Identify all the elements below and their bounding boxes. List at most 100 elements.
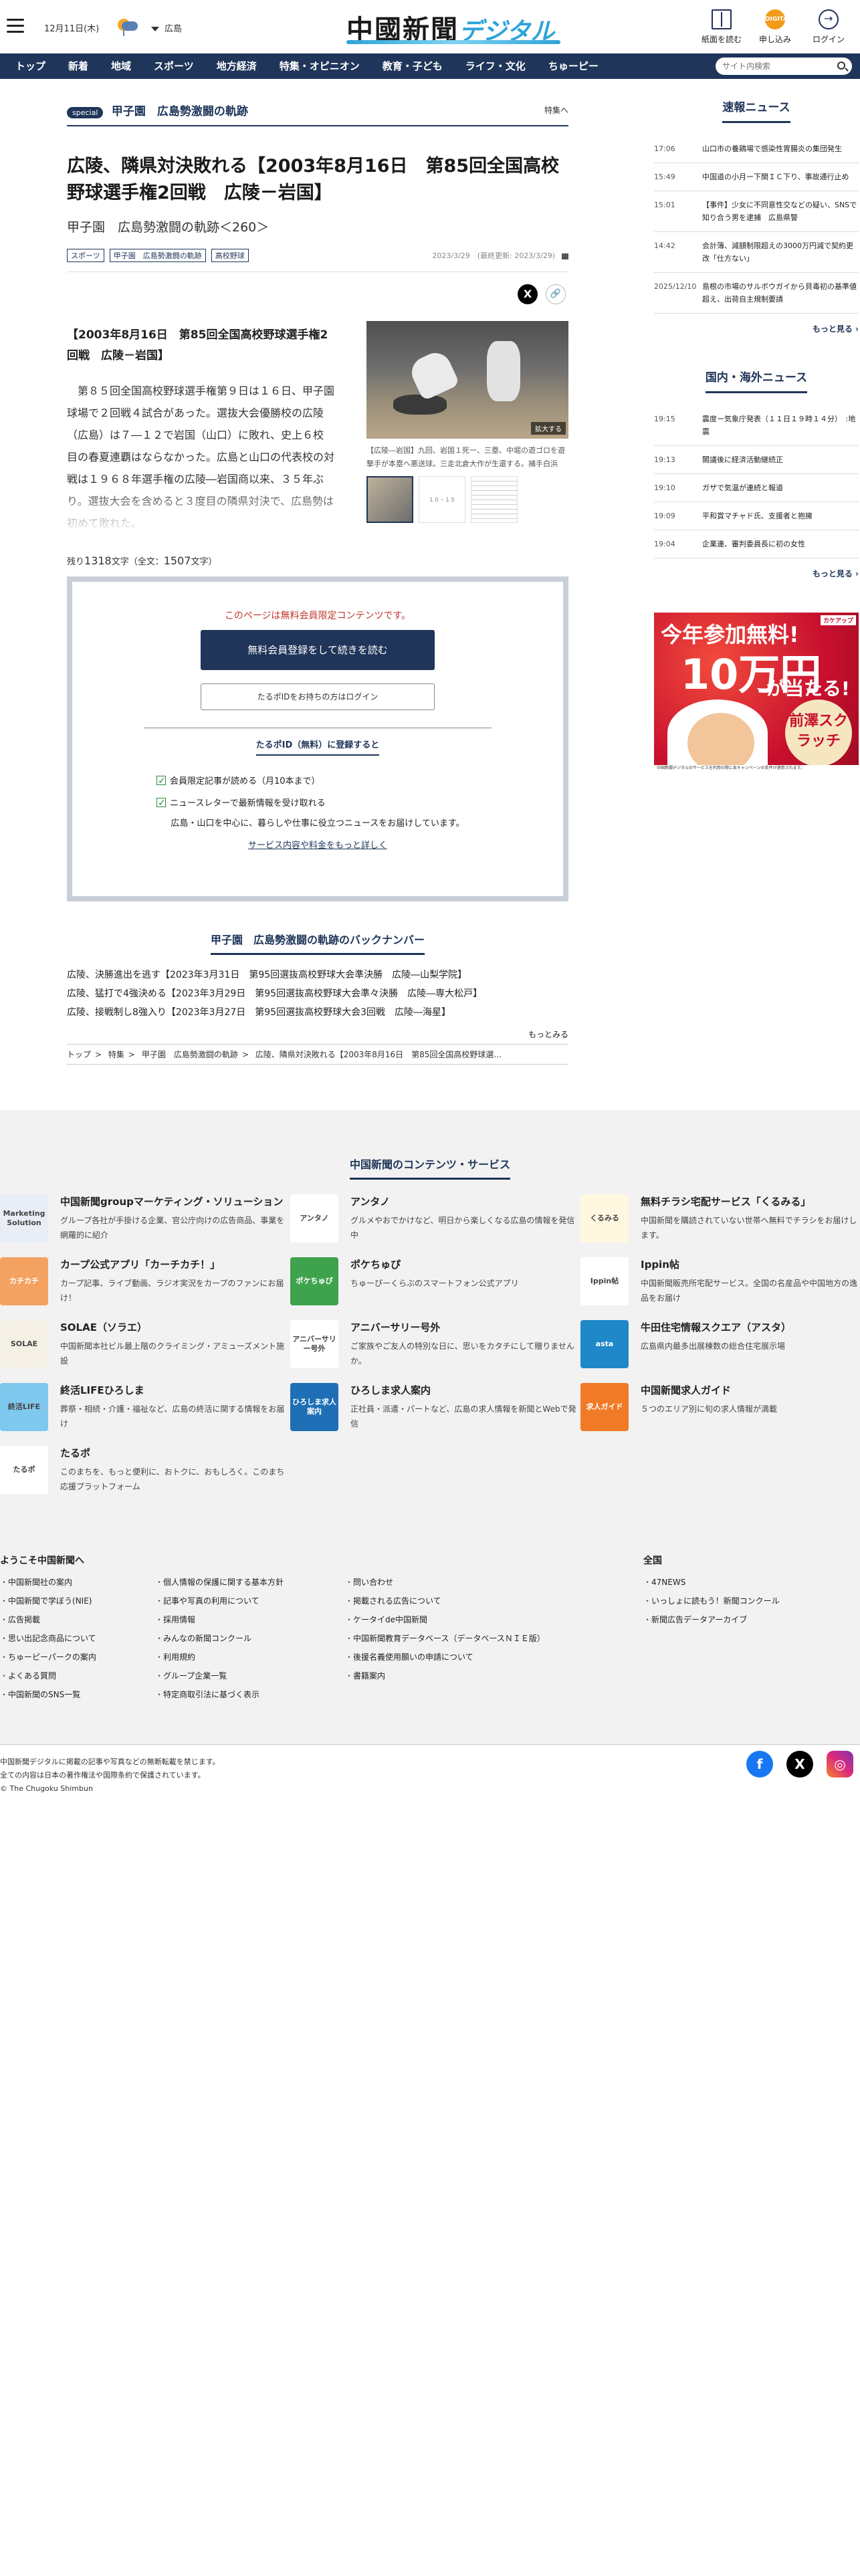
nav-item[interactable]: 新着	[57, 53, 100, 79]
world-more-link[interactable]: もっと見る ›	[654, 568, 859, 579]
paywall-login-button[interactable]: たるポIDをお持ちの方はログイン	[201, 683, 435, 710]
footer-link[interactable]: よくある質問	[0, 1667, 155, 1685]
nav-item[interactable]: 地域	[100, 53, 142, 79]
breadcrumb-item[interactable]: トップ	[67, 1050, 91, 1059]
region-selector[interactable]: 広島	[151, 21, 182, 34]
news-item[interactable]: 19:15 震度ー気象庁発表（１１日１９時１４分） :地震	[654, 405, 859, 446]
breadcrumb-item[interactable]: 特集	[108, 1050, 124, 1059]
footer-link[interactable]: 書籍案内	[345, 1667, 643, 1685]
service-logo-icon: asta	[580, 1320, 629, 1368]
nav-item[interactable]: ライフ・文化	[454, 53, 537, 79]
service-desc: 中国新聞本社ビル最上階のクライミング・アミューズメント施設	[60, 1341, 285, 1366]
footer-link[interactable]: ケータイde中国新聞	[345, 1610, 643, 1629]
nav-item[interactable]: トップ	[4, 53, 57, 79]
footer-link[interactable]: 記事や写真の利用について	[155, 1592, 345, 1610]
search-icon[interactable]	[837, 62, 845, 70]
news-item[interactable]: 19:13 閣議後に経済活動継続正	[654, 446, 859, 474]
menu-icon[interactable]	[7, 19, 24, 37]
register-button[interactable]: 無料会員登録をして続きを読む	[201, 630, 435, 670]
footer-link[interactable]: いっしょに読もう！新聞コンクール	[643, 1592, 844, 1610]
login-button[interactable]: ログイン	[805, 9, 852, 45]
breadcrumb-item[interactable]: 甲子園 広島勢激闘の軌跡	[142, 1050, 238, 1059]
share-x-icon[interactable]: X	[518, 284, 538, 304]
footer-link[interactable]: 個人情報の保護に関する基本方針	[155, 1573, 345, 1592]
news-item[interactable]: 17:06 山口市の養鶏場で感染性胃腸炎の集団発生	[654, 135, 859, 163]
x-icon[interactable]: X	[786, 1751, 813, 1778]
footer-link[interactable]: ちゅーピーパークの案内	[0, 1648, 155, 1667]
service-details-link[interactable]: サービス内容や料金をもっと詳しく	[248, 838, 387, 851]
footer-link[interactable]: 利用規約	[155, 1648, 345, 1667]
social-links: f X ◎	[733, 1751, 853, 1778]
photo-thumbnail[interactable]	[471, 476, 518, 523]
news-item[interactable]: 19:09 平和賞マチャド氏、支援者と抱擁	[654, 502, 859, 530]
news-item[interactable]: 14:42 会計簿、減額制限超えの3000万円減で契約更改「仕方ない」	[654, 232, 859, 273]
nav-item[interactable]: 特集・オピニオン	[268, 53, 371, 79]
backnumber-item[interactable]: 広陵、接戦制し8強入り【2023年3月27日 第95回選抜高校野球大会3回戦 広…	[67, 1003, 568, 1022]
service-desc: ちゅーぴーくらぶのスマートフォン公式アプリ	[350, 1279, 519, 1288]
footer-link[interactable]: 中国新聞で学ぼう(NIE)	[0, 1592, 155, 1610]
tag-sports[interactable]: スポーツ	[67, 249, 104, 262]
footer-link[interactable]: 問い合わせ	[345, 1573, 643, 1592]
footer-link[interactable]: グループ企業一覧	[155, 1667, 345, 1685]
service-item[interactable]: アニバーサリー号外 アニバーサリー号外 ご家族やご友人の特別な日に、思いをカタチにし…	[290, 1320, 580, 1368]
instagram-icon[interactable]: ◎	[827, 1751, 853, 1778]
weather-icon[interactable]	[116, 16, 139, 36]
photo-thumbnail[interactable]: １０・１５	[419, 476, 465, 523]
footer-link[interactable]: 47NEWS	[643, 1573, 844, 1592]
service-item[interactable]: アンタノ アンタノ グルメやおでかけなど、明日から楽しくなる広島の情報を発信中	[290, 1194, 580, 1243]
service-item[interactable]: SOLAE SOLAE（ソラエ） 中国新聞本社ビル最上階のクライミング・アミューズメ…	[0, 1320, 290, 1368]
series-title[interactable]: 甲子園 広島勢激闘の軌跡	[112, 105, 248, 118]
photo-thumbnail[interactable]	[366, 476, 413, 523]
breaking-more-link[interactable]: もっと見る ›	[654, 323, 859, 334]
service-name: ひろしま求人案内	[350, 1384, 431, 1396]
service-item[interactable]: ポケちゅぴ ポケちゅぴ ちゅーぴーくらぶのスマートフォン公式アプリ	[290, 1257, 580, 1305]
footer-link[interactable]: 特定商取引法に基づく表示	[155, 1685, 345, 1704]
footer-link[interactable]: 中国新聞教育データベース（データベースＮＩＥ版）	[345, 1629, 643, 1648]
footer-link[interactable]: 中国新聞のSNS一覧	[0, 1685, 155, 1704]
footer-link[interactable]: みんなの新聞コンクール	[155, 1629, 345, 1648]
news-item[interactable]: 15:49 中国道の小月ー下関ＩＣ下り、事故通行止め	[654, 163, 859, 191]
tag-series[interactable]: 甲子園 広島勢激闘の軌跡	[109, 249, 206, 262]
read-paper-button[interactable]: 紙面を読む	[698, 9, 745, 45]
footer-link[interactable]: 新聞広告データアーカイブ	[643, 1610, 844, 1629]
copy-link-icon[interactable]: 🔗	[546, 284, 566, 304]
service-name: アンタノ	[350, 1196, 390, 1208]
site-search-input[interactable]	[716, 58, 829, 75]
nav-item[interactable]: スポーツ	[142, 53, 205, 79]
news-item[interactable]: 2025/12/10 島根の市場のサルボウガイから貝毒初の基準値超え、出荷自主規制…	[654, 273, 859, 314]
service-logo-icon: Marketing Solution	[0, 1194, 48, 1243]
backnumber-more-link[interactable]: もっとみる	[67, 1029, 568, 1040]
backnumber-item[interactable]: 広陵、猛打で4強決める【2023年3月29日 第95回選抜高校野球大会準々決勝 …	[67, 984, 568, 1003]
nav-item[interactable]: ちゅーピー	[537, 53, 610, 79]
news-item[interactable]: 19:04 企業連、審判委員長に初の女性	[654, 530, 859, 558]
nav-item[interactable]: 教育・子ども	[371, 53, 454, 79]
main-photo[interactable]: 拡大する	[366, 321, 568, 439]
backnumber-item[interactable]: 広陵、決勝進出を逃す【2023年3月31日 第95回選抜高校野球大会準決勝 広陵…	[67, 966, 568, 984]
ad-banner[interactable]: カケアップ 今年参加無料! 10万円 が当たる! 前澤スクラッチ 中国新聞デジタ…	[654, 613, 859, 778]
service-item[interactable]: ひろしま求人案内 ひろしま求人案内 正社員・派遣・パートなど、広島の求人情報を新聞と…	[290, 1383, 580, 1431]
footer-link[interactable]: 後援名義使用願いの申請について	[345, 1648, 643, 1667]
service-item[interactable]: asta 牛田住宅情報スクエア（アスタ） 広島県内最多出展棟数の総合住宅展示場	[580, 1320, 860, 1368]
news-item[interactable]: 19:10 ガザで気温が連続と報道	[654, 474, 859, 502]
service-item[interactable]: Ippin帖 Ippin帖 中国新聞販売所宅配サービス。全国の名産品や中国地方の逸品…	[580, 1257, 860, 1305]
service-item[interactable]: Marketing Solution 中国新聞groupマーケティング・ソリューシ…	[0, 1194, 290, 1243]
footer-link[interactable]: 掲載される広告について	[345, 1592, 643, 1610]
zoom-button[interactable]: 拡大する	[531, 422, 566, 435]
nav-item[interactable]: 地方経済	[205, 53, 268, 79]
service-item[interactable]: 求人ガイド 中国新聞求人ガイド ５つのエリア別に旬の求人情報が満載	[580, 1383, 860, 1431]
footer-link[interactable]: 広告掲載	[0, 1610, 155, 1629]
service-item[interactable]: 終活LIFE 終活LIFEひろしま 葬祭・相続・介護・福祉など、広島の終活に関する情…	[0, 1383, 290, 1431]
news-item[interactable]: 15:01 【事件】少女に不同意性交などの疑い、SNSで知り合う男を逮捕 広島県警	[654, 191, 859, 232]
service-item[interactable]: カチカチ カープ公式アプリ「カーチカチ！」 カープ記事、ライブ動画、ラジオ実況をカー…	[0, 1257, 290, 1305]
subscribe-button[interactable]: DIGITAL 申し込み	[752, 9, 798, 45]
series-link[interactable]: 特集へ	[544, 104, 568, 116]
site-logo[interactable]: 中國新聞 デジタル	[340, 7, 560, 45]
footer-link[interactable]: 中国新聞社の案内	[0, 1573, 155, 1592]
service-item[interactable]: たるポ たるポ このまちを、もっと便利に、おトクに、おもしろく。このまち応援プラット…	[0, 1446, 290, 1494]
tag-highschool-baseball[interactable]: 高校野球	[211, 249, 249, 262]
footer-link[interactable]: 採用情報	[155, 1610, 345, 1629]
footer-link[interactable]: 思い出記念商品について	[0, 1629, 155, 1648]
breadcrumb: トップ > 特集 > 甲子園 広島勢激闘の軌跡 > 広陵、隣県対決敗れる【2003年8…	[67, 1044, 568, 1065]
service-item[interactable]: くるみる 無料チラシ宅配サービス「くるみる」 中国新聞を購読されていない世帯へ無料で…	[580, 1194, 860, 1243]
facebook-icon[interactable]: f	[746, 1751, 773, 1778]
